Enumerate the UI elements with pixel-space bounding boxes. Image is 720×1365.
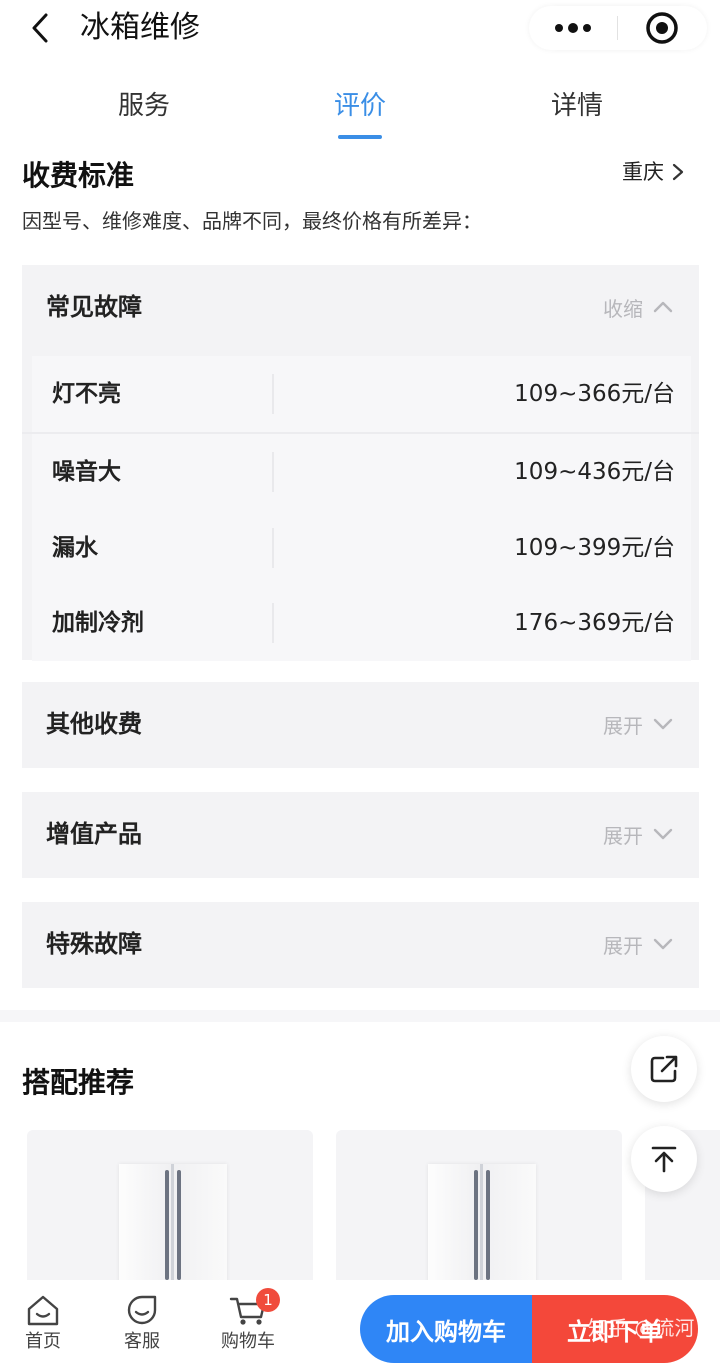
fault-group-label: 常见故障 [46,293,142,321]
top-navbar: 冰箱维修 [0,0,720,60]
fault-group-header[interactable]: 常见故障 收缩 [22,265,699,351]
row-divider [272,452,274,492]
tab-details[interactable]: 详情 [507,80,647,132]
recommend-card[interactable] [27,1130,313,1290]
fault-group-other-fees[interactable]: 其他收费 展开 [22,682,699,768]
city-selector[interactable]: 重庆 [622,156,684,188]
share-icon[interactable] [631,1036,697,1102]
fault-price: 176~369元/台 [514,610,675,636]
fridge-handle [177,1170,181,1280]
cart-count-badge: 1 [256,1288,280,1312]
price-row: 漏水 109~399元/台 [32,510,691,586]
tab-bar: 服务 评价 详情 [0,80,720,144]
fault-group-special[interactable]: 特殊故障 展开 [22,902,699,988]
fridge-handle [165,1170,169,1280]
add-to-cart-button[interactable]: 加入购物车 [360,1295,532,1363]
city-label: 重庆 [622,160,664,184]
section-gap [0,1010,720,1022]
recommend-title: 搭配推荐 [22,1066,135,1099]
price-row: 噪音大 109~436元/台 [32,434,691,510]
tab-service[interactable]: 服务 [74,80,214,132]
row-divider [272,528,274,568]
fridge-handle [474,1170,478,1280]
fault-price: 109~399元/台 [514,535,675,561]
tab-reviews-label: 评价 [333,91,386,121]
collapse-toggle[interactable]: 收缩 [603,291,673,323]
fridge-door-gap [480,1164,483,1290]
chevron-right-icon [672,163,684,181]
mini-program-capsule [529,6,707,50]
chevron-down-icon [653,718,673,730]
pricing-note: 因型号、维修难度、品牌不同，最终价格有所差异： [22,209,482,233]
row-divider [272,374,274,414]
collapse-label: 收缩 [603,296,643,321]
cart-tab[interactable]: 购物车 1 [208,1288,288,1356]
home-label: 首页 [25,1331,61,1352]
pricing-title: 收费标准 [22,159,135,192]
expand-label: 展开 [603,713,643,738]
fridge-product-image [428,1164,536,1290]
customer-service-label: 客服 [124,1331,160,1352]
back-to-top-icon[interactable] [631,1126,697,1192]
fault-group-common: 常见故障 收缩 灯不亮 109~366元/台 噪音大 109~436元/台 漏水… [22,265,699,661]
home-tab[interactable]: 首页 [3,1292,83,1356]
expand-toggle[interactable]: 展开 [603,818,673,850]
fault-group-label: 特殊故障 [46,930,142,958]
active-tab-indicator [338,135,382,139]
expand-label: 展开 [603,823,643,848]
more-options-icon[interactable] [529,6,617,50]
recommend-card[interactable] [336,1130,622,1290]
fault-name: 灯不亮 [52,381,121,407]
expand-label: 展开 [603,933,643,958]
watermark-text: 知乎 @流河 [588,1316,695,1340]
fault-name: 噪音大 [52,459,121,485]
fridge-door-gap [171,1164,174,1290]
customer-service-tab[interactable]: 客服 [102,1292,182,1356]
home-icon [3,1292,83,1328]
price-row: 加制冷剂 176~369元/台 [32,585,691,661]
price-row: 灯不亮 109~366元/台 [32,356,691,432]
fault-price: 109~366元/台 [514,381,675,407]
fault-price: 109~436元/台 [514,459,675,485]
fault-name: 加制冷剂 [52,610,144,636]
fault-group-value-added[interactable]: 增值产品 展开 [22,792,699,878]
fault-group-label: 增值产品 [46,820,142,848]
chevron-down-icon [653,828,673,840]
fridge-handle [486,1170,490,1280]
page-title: 冰箱维修 [80,10,200,45]
row-divider [272,603,274,643]
fault-group-label: 其他收费 [46,710,142,738]
close-mini-program-icon[interactable] [618,6,706,50]
fault-name: 漏水 [52,535,98,561]
chevron-down-icon [653,938,673,950]
chevron-up-icon [653,301,673,313]
customer-service-icon [102,1292,182,1328]
fridge-product-image [119,1164,227,1290]
tab-reviews[interactable]: 评价 [290,80,430,139]
back-arrow-icon[interactable] [22,10,58,46]
expand-toggle[interactable]: 展开 [603,928,673,960]
expand-toggle[interactable]: 展开 [603,708,673,740]
cart-label: 购物车 [221,1331,275,1352]
